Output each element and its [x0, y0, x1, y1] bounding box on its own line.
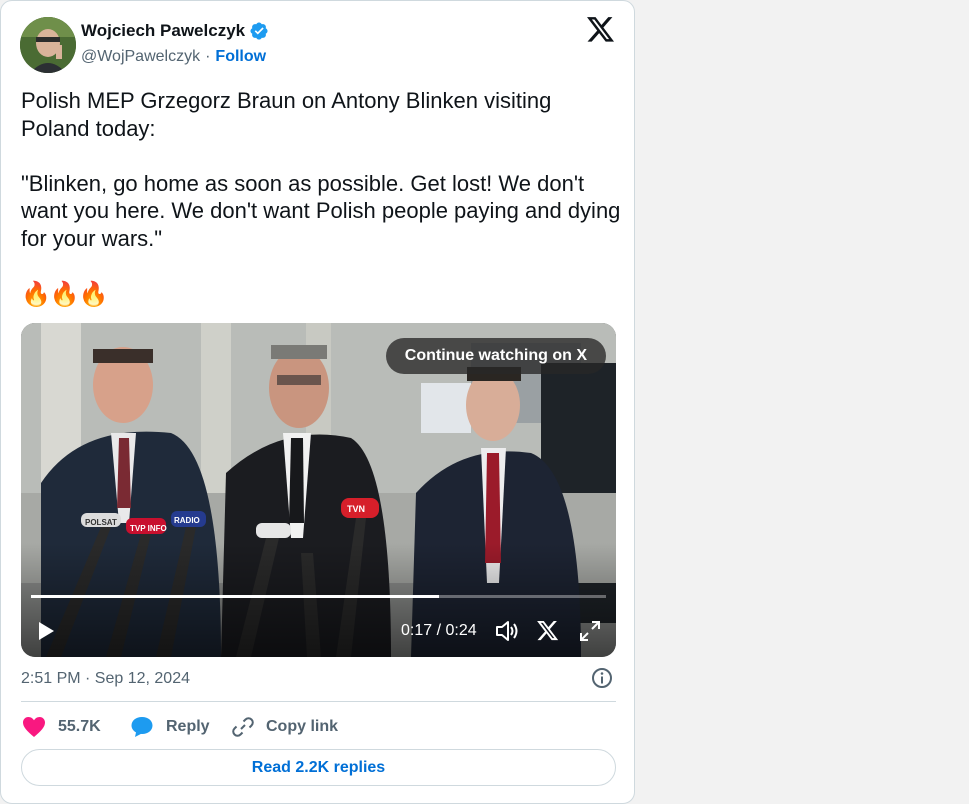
tweet-timestamp[interactable]: 2:51 PM · Sep 12, 2024 [21, 670, 190, 688]
tweet-card: Wojciech Pawelczyk @WojPawelczyk · Follo… [0, 0, 635, 804]
like-count: 55.7K [58, 718, 101, 735]
play-button[interactable] [33, 613, 59, 649]
heart-icon [23, 717, 45, 737]
mic-label: RADIO [174, 516, 200, 525]
author-name[interactable]: Wojciech Pawelczyk [81, 21, 269, 41]
expand-icon [580, 621, 600, 641]
link-icon [232, 717, 254, 737]
read-replies-button[interactable]: Read 2.2K replies [21, 749, 616, 786]
mic-label: POLSAT [85, 518, 117, 527]
separator-dot: · [205, 48, 211, 65]
x-watch-button[interactable] [534, 613, 562, 649]
reply-bubble-icon [131, 717, 153, 737]
copy-link-label: Copy link [266, 718, 339, 735]
avatar[interactable] [20, 17, 76, 73]
mic-label: TVP INFO [130, 524, 167, 533]
x-logo-icon[interactable] [587, 17, 615, 43]
like-button[interactable]: 55.7K [22, 713, 101, 741]
mic-label: TVN [347, 504, 365, 514]
verified-badge-icon [250, 22, 268, 40]
copy-link-button[interactable]: Copy link [232, 713, 338, 741]
mute-button[interactable] [493, 613, 521, 649]
info-icon[interactable] [591, 667, 613, 689]
author-handle[interactable]: @WojPawelczyk [81, 48, 200, 66]
divider [21, 701, 616, 702]
video-time: 0:17 / 0:24 [401, 622, 477, 639]
reply-label: Reply [166, 718, 210, 735]
video-progress-fill [31, 595, 440, 598]
video-controls: 0:17 / 0:24 [21, 613, 616, 649]
fire-emojis: 🔥🔥🔥 [21, 281, 109, 308]
video-player[interactable]: POLSAT TVP INFO RADIO TVN Continue watch… [21, 323, 616, 657]
fullscreen-button[interactable] [576, 613, 604, 649]
continue-watching-button[interactable]: Continue watching on X [385, 338, 606, 374]
handle-row: @WojPawelczyk · Follow [81, 48, 266, 66]
x-icon [537, 621, 559, 641]
follow-button[interactable]: Follow [215, 48, 266, 66]
tweet-text: Polish MEP Grzegorz Braun on Antony Blin… [21, 88, 621, 251]
video-progress-bar[interactable] [31, 595, 606, 598]
reply-button[interactable]: Reply [130, 713, 210, 741]
volume-icon [496, 621, 518, 641]
play-icon [39, 622, 54, 640]
author-name-text[interactable]: Wojciech Pawelczyk [81, 21, 245, 41]
